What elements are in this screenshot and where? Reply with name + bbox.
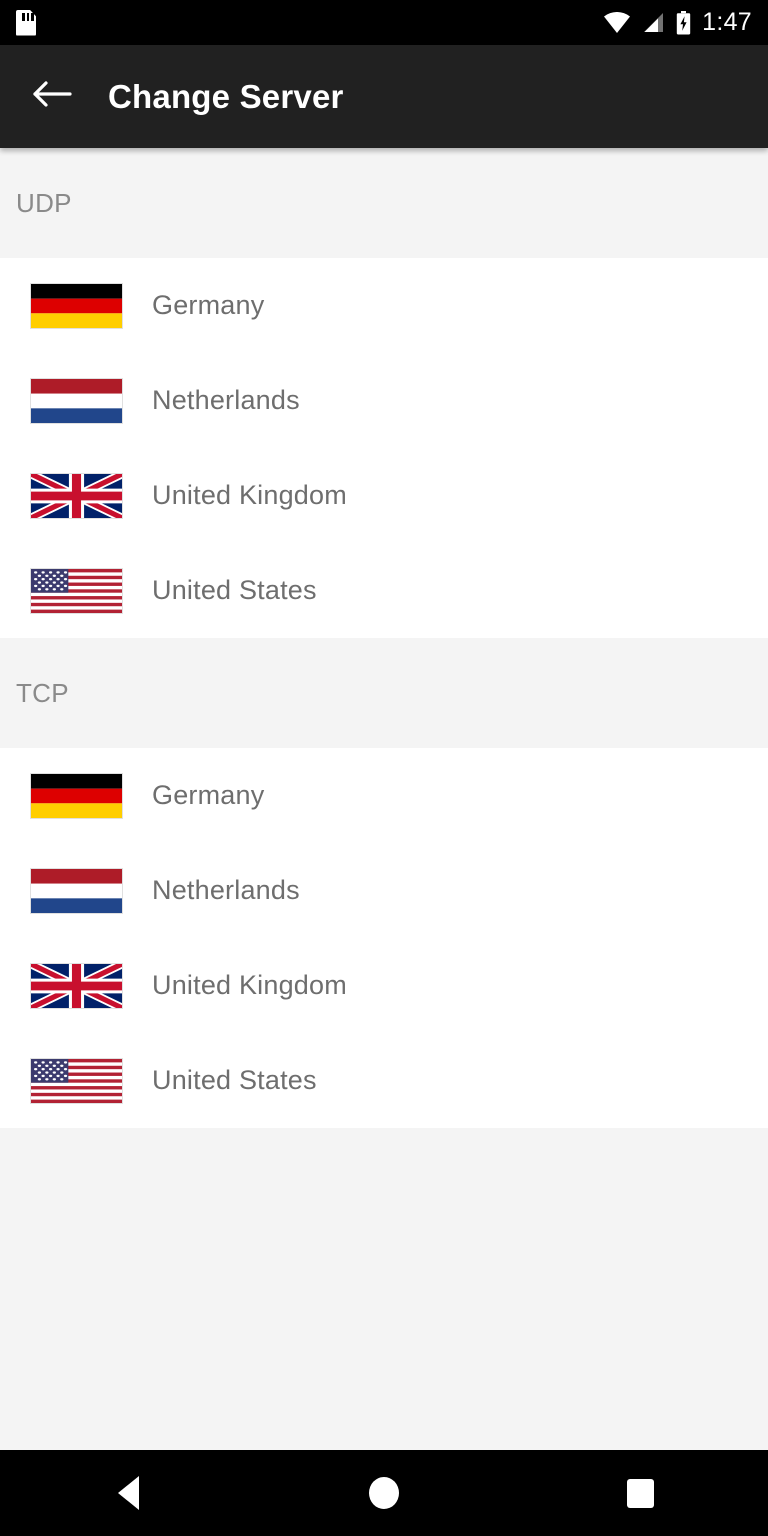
- server-row-tcp-germany[interactable]: Germany: [0, 748, 768, 843]
- server-row-udp-united-states[interactable]: United States: [0, 543, 768, 638]
- back-arrow-icon: [32, 78, 72, 115]
- app-toolbar: Change Server: [0, 45, 768, 148]
- android-navigation-bar: [0, 1450, 768, 1536]
- server-row-udp-united-kingdom[interactable]: United Kingdom: [0, 448, 768, 543]
- flag-united-kingdom: [30, 962, 123, 1009]
- android-screen: 1:47 Change Server UDP Germany Netherlan…: [0, 0, 768, 1536]
- flag-germany: [30, 772, 123, 819]
- home-circle-icon: [369, 1477, 399, 1509]
- server-row-label: Germany: [152, 780, 265, 810]
- status-bar: 1:47: [0, 0, 768, 45]
- sd-card-icon: [16, 9, 36, 36]
- section-header-udp: UDP: [0, 148, 768, 258]
- cell-signal-icon: [641, 12, 665, 33]
- flag-united-states: [30, 1057, 123, 1104]
- server-row-label: Netherlands: [152, 385, 300, 415]
- status-bar-right: 1:47: [604, 8, 752, 37]
- server-row-label: Netherlands: [152, 875, 300, 905]
- server-row-udp-netherlands[interactable]: Netherlands: [0, 353, 768, 448]
- recents-square-icon: [626, 1478, 654, 1508]
- flag-germany: [30, 282, 123, 329]
- server-list-udp: Germany Netherlands United Kingdom Unite…: [0, 258, 768, 638]
- nav-recents-button[interactable]: [592, 1450, 688, 1536]
- section-header-tcp: TCP: [0, 638, 768, 748]
- flag-netherlands: [30, 377, 123, 424]
- server-row-tcp-united-states[interactable]: United States: [0, 1033, 768, 1128]
- server-row-label: Germany: [152, 290, 265, 320]
- nav-back-button[interactable]: [80, 1450, 176, 1536]
- server-row-tcp-united-kingdom[interactable]: United Kingdom: [0, 938, 768, 1033]
- server-row-tcp-netherlands[interactable]: Netherlands: [0, 843, 768, 938]
- page-title: Change Server: [108, 77, 344, 115]
- battery-charging-icon: [676, 10, 691, 35]
- server-row-udp-germany[interactable]: Germany: [0, 258, 768, 353]
- flag-united-kingdom: [30, 472, 123, 519]
- server-row-label: United States: [152, 1065, 317, 1095]
- status-bar-clock: 1:47: [702, 8, 752, 36]
- server-row-label: United Kingdom: [152, 970, 347, 1000]
- status-bar-left: [16, 9, 36, 36]
- back-triangle-icon: [117, 1476, 139, 1510]
- server-list-scroll[interactable]: UDP Germany Netherlands United Kingdom U…: [0, 148, 768, 1450]
- section-header-label: UDP: [16, 187, 72, 218]
- server-row-label: United States: [152, 575, 317, 605]
- back-button[interactable]: [24, 69, 80, 125]
- flag-netherlands: [30, 867, 123, 914]
- flag-united-states: [30, 567, 123, 614]
- server-row-label: United Kingdom: [152, 480, 347, 510]
- wifi-icon: [604, 11, 631, 33]
- server-list-tcp: Germany Netherlands United Kingdom Unite…: [0, 748, 768, 1128]
- section-header-label: TCP: [16, 677, 69, 708]
- nav-home-button[interactable]: [336, 1450, 432, 1536]
